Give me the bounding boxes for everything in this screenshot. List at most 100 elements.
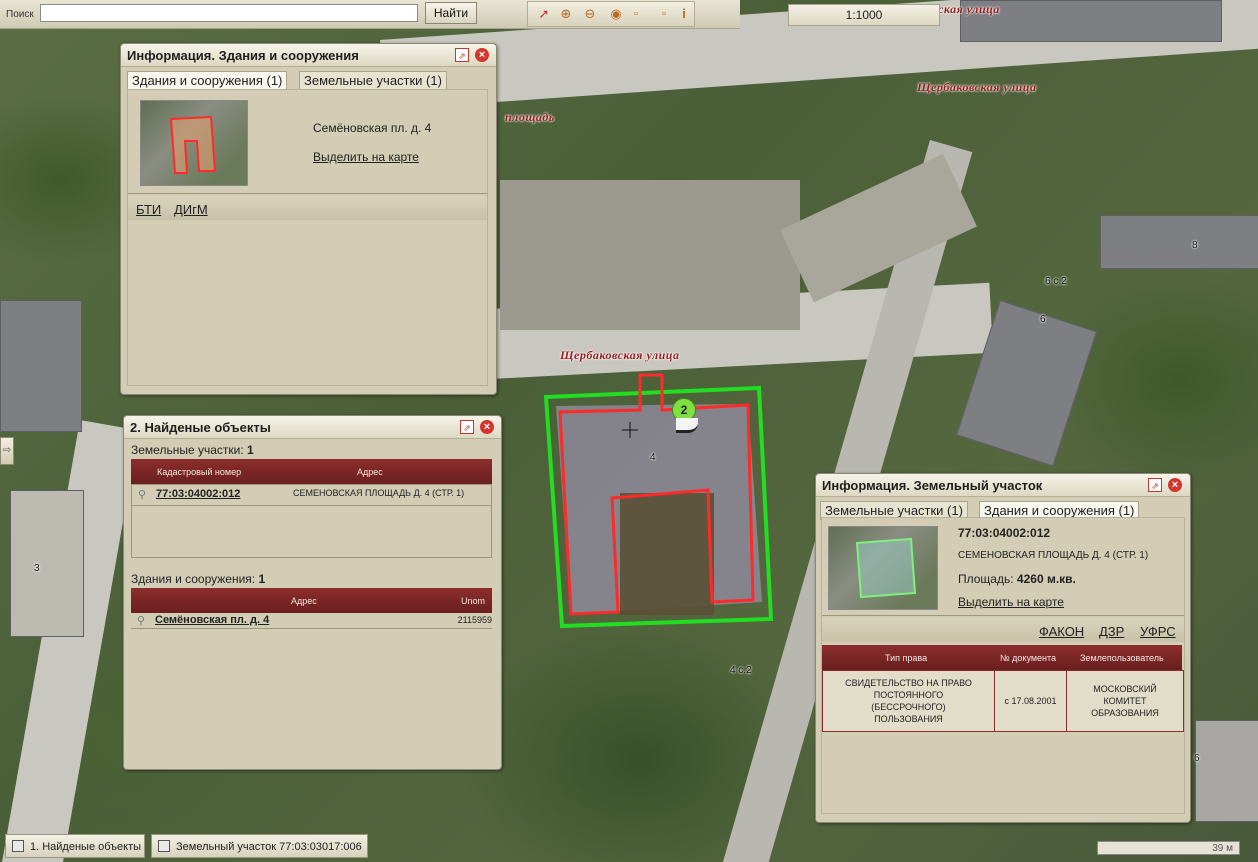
buildings-table-body: ⚲ Семёновская пл. д. 4 2115959 bbox=[131, 613, 492, 629]
parcels-table-body: ⚲ 77:03:04002:012 СЕМЕНОВСКАЯ ПЛОЩАДЬ Д.… bbox=[131, 484, 492, 558]
zoom-extent-icon[interactable]: ◉ bbox=[608, 6, 624, 22]
buildings-count: 1 bbox=[258, 572, 266, 586]
top-toolbar: Поиск Найти ➚ ⊕ ⊖ ◉ ▫ ▫ i 1:1000 bbox=[0, 0, 940, 29]
divider bbox=[132, 505, 491, 506]
rights-table-body: СВИДЕТЕЛЬСТВО НА ПРАВО ПОСТОЯННОГО (БЕСС… bbox=[822, 670, 1184, 732]
house-number: 6 с.2 bbox=[1045, 276, 1067, 287]
taskbar-item-label: Земельный участок 77:03:03017:006 bbox=[176, 841, 362, 853]
found-objects-titlebar[interactable]: 2. Найденые объекты ⇗ × bbox=[124, 416, 501, 439]
courtyard bbox=[620, 493, 714, 615]
building-link[interactable]: Семёновская пл. д. 4 bbox=[155, 614, 269, 626]
buildings-info-window: Информация. Здания и сооружения ⇗ × Здан… bbox=[120, 43, 497, 395]
popout-icon[interactable]: ⇗ bbox=[1148, 478, 1162, 492]
house-number: 8 bbox=[1192, 240, 1198, 251]
street-label-3: ская улица bbox=[938, 2, 1000, 16]
building-thumbnail[interactable] bbox=[140, 100, 248, 186]
dzr-link[interactable]: ДЗР bbox=[1099, 624, 1124, 639]
parcels-section: Земельные участки: 1 bbox=[131, 443, 492, 457]
taskbar-item-parcel[interactable]: Земельный участок 77:03:03017:006 bbox=[151, 834, 368, 858]
tab-buildings[interactable]: Здания и сооружения (1) bbox=[127, 71, 288, 90]
window-icon bbox=[158, 840, 170, 852]
ufrs-link[interactable]: УФРС bbox=[1140, 624, 1176, 639]
parcel-thumbnail[interactable] bbox=[828, 526, 938, 610]
street-label-1: Щербаковская улица bbox=[917, 80, 1037, 94]
col-cadastral[interactable]: Кадастровый номер bbox=[157, 467, 241, 477]
col-doc-number[interactable]: № документа bbox=[1000, 653, 1056, 663]
col-land-user[interactable]: Землепользователь bbox=[1080, 653, 1164, 663]
col-unom[interactable]: Unom bbox=[461, 596, 485, 606]
popout-icon[interactable]: ⇗ bbox=[460, 420, 474, 434]
parcel-address: СЕМЕНОВСКАЯ ПЛОЩАДЬ Д. 4 (СТР. 1) bbox=[958, 550, 1149, 561]
table-row[interactable]: ⚲ Семёновская пл. д. 4 2115959 bbox=[135, 614, 492, 628]
divider bbox=[822, 615, 1184, 616]
parcel-info-window: Информация. Земельный участок ⇗ × Земель… bbox=[815, 473, 1191, 823]
parcel-info-titlebar[interactable]: Информация. Земельный участок ⇗ × bbox=[816, 474, 1190, 497]
parcels-table-header: Кадастровый номер Адрес bbox=[131, 459, 492, 484]
table-row[interactable]: СВИДЕТЕЛЬСТВО НА ПРАВО ПОСТОЯННОГО (БЕСС… bbox=[823, 671, 1183, 731]
house-number: 6 bbox=[1040, 314, 1046, 325]
doc-cell: с 17.08.2001 bbox=[995, 671, 1067, 731]
buildings-table-header: Адрес Unom bbox=[131, 588, 492, 613]
parcels-heading: Земельные участки: 1 bbox=[131, 443, 254, 457]
side-panel-toggle[interactable]: ⇨ bbox=[0, 437, 14, 465]
zoom-in-icon[interactable]: ⊕ bbox=[558, 6, 574, 22]
divider bbox=[131, 628, 492, 629]
parcels-count: 1 bbox=[247, 443, 254, 457]
zoom-out-icon[interactable]: ⊖ bbox=[582, 6, 598, 22]
links-bar bbox=[822, 618, 1184, 642]
scale-ruler: 39 м bbox=[1097, 841, 1240, 855]
parcel-cadastral: 77:03:04002:012 bbox=[958, 526, 1051, 540]
tab-parcels[interactable]: Земельные участки (1) bbox=[299, 71, 447, 90]
street-label-4: площадь bbox=[505, 110, 555, 124]
street-label-2: Щербаковская улица bbox=[560, 348, 680, 362]
buildings-section: Здания и сооружения: 1 bbox=[131, 572, 492, 586]
found-objects-window: 2. Найденые объекты ⇗ × Земельные участк… bbox=[123, 415, 502, 770]
parcel-area-value: 4260 м.кв. bbox=[1016, 572, 1076, 586]
highlight-on-map-link[interactable]: Выделить на карте bbox=[313, 150, 419, 164]
land-user-cell: МОСКОВСКИЙ КОМИТЕТ ОБРАЗОВАНИЯ bbox=[1067, 671, 1183, 731]
parcel-info-panel: 77:03:04002:012 СЕМЕНОВСКАЯ ПЛОЩАДЬ Д. 4… bbox=[821, 517, 1185, 814]
map-marker-number: 2 bbox=[680, 403, 688, 417]
taskbar-item-found-objects[interactable]: 1. Найденые объекты bbox=[5, 834, 145, 858]
search-button[interactable]: Найти bbox=[425, 2, 477, 24]
doc-text: с 17.08.2001 bbox=[1004, 696, 1057, 706]
highlight-on-map-link[interactable]: Выделить на карте bbox=[958, 595, 1064, 609]
info-icon[interactable]: i bbox=[676, 6, 692, 22]
col-right-type[interactable]: Тип права bbox=[885, 653, 927, 663]
close-icon[interactable]: × bbox=[1168, 478, 1182, 492]
col-address[interactable]: Адрес bbox=[291, 596, 317, 606]
buildings-info-panel: Семёновская пл. д. 4 Выделить на карте Б… bbox=[127, 89, 488, 386]
divider bbox=[128, 193, 487, 194]
fakon-link[interactable]: ФАКОН bbox=[1039, 624, 1084, 639]
buildings-info-titlebar[interactable]: Информация. Здания и сооружения ⇗ × bbox=[121, 44, 496, 67]
table-row[interactable]: ⚲ 77:03:04002:012 СЕМЕНОВСКАЯ ПЛОЩАДЬ Д.… bbox=[136, 488, 491, 502]
pointer-icon[interactable]: ➚ bbox=[536, 6, 552, 22]
rights-table-header: Тип права № документа Землепользователь bbox=[822, 645, 1182, 670]
right-type-cell: СВИДЕТЕЛЬСТВО НА ПРАВО ПОСТОЯННОГО (БЕСС… bbox=[823, 671, 995, 731]
scale-indicator[interactable]: 1:1000 bbox=[788, 4, 940, 26]
land-user-text: МОСКОВСКИЙ КОМИТЕТ ОБРАЗОВАНИЯ bbox=[1091, 684, 1159, 718]
house-number: 6 bbox=[1194, 753, 1200, 764]
building-address: Семёновская пл. д. 4 bbox=[313, 121, 432, 135]
select-rect-icon[interactable]: ▫ bbox=[628, 6, 644, 22]
close-icon[interactable]: × bbox=[480, 420, 494, 434]
magnifier-icon[interactable]: ⚲ bbox=[137, 614, 145, 627]
magnifier-icon[interactable]: ⚲ bbox=[138, 488, 146, 501]
house-number: 4 с.2 bbox=[730, 665, 752, 676]
map-tools: ➚ ⊕ ⊖ ◉ ▫ ▫ i bbox=[527, 1, 695, 27]
search-input[interactable] bbox=[40, 4, 418, 22]
digm-link[interactable]: ДИгМ bbox=[174, 202, 208, 217]
house-number: 3 bbox=[34, 563, 40, 574]
cadastral-link[interactable]: 77:03:04002:012 bbox=[156, 488, 240, 500]
buildings-heading: Здания и сооружения: 1 bbox=[131, 572, 265, 586]
bti-link[interactable]: БТИ bbox=[136, 202, 161, 217]
close-icon[interactable]: × bbox=[475, 48, 489, 62]
buildings-heading-label: Здания и сооружения: bbox=[131, 572, 256, 586]
select-rect-icon[interactable]: ▫ bbox=[656, 6, 672, 22]
popout-icon[interactable]: ⇗ bbox=[455, 48, 469, 62]
buildings-info-title: Информация. Здания и сооружения bbox=[127, 48, 359, 63]
parcel-area-label: Площадь: bbox=[958, 572, 1014, 586]
parcels-heading-label: Земельные участки: bbox=[131, 443, 244, 457]
right-type-text: СВИДЕТЕЛЬСТВО НА ПРАВО ПОСТОЯННОГО (БЕСС… bbox=[845, 678, 972, 724]
col-address[interactable]: Адрес bbox=[357, 467, 383, 477]
